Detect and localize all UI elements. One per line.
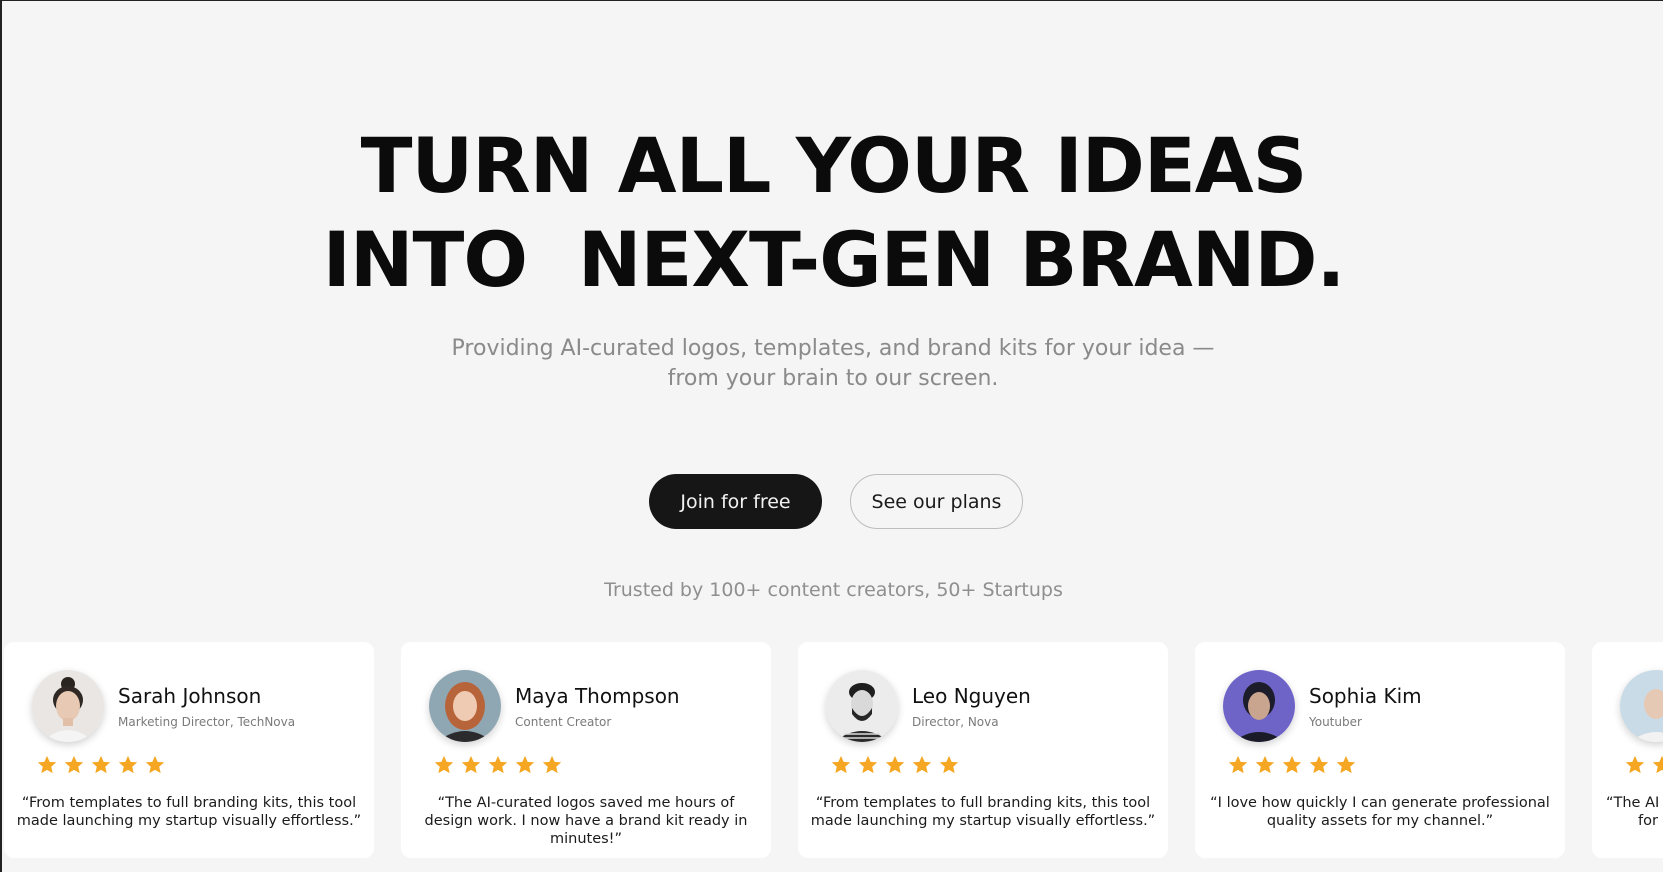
avatar (1223, 670, 1295, 742)
star-icon (461, 755, 481, 774)
star-icon (64, 755, 84, 774)
star-icon (515, 755, 535, 774)
testimonial-quote: “I love how quickly I can generate profe… (1210, 795, 1550, 829)
hero-title: TURN ALL YOUR IDEAS INTO NEXT-GEN BRAND. (2, 119, 1663, 307)
avatar (429, 670, 501, 742)
avatar (826, 670, 898, 742)
star-icon (145, 755, 165, 774)
testimonial-card: Sophia Kim Youtuber “I love how quickly … (1195, 642, 1565, 858)
testimonial-name: Maya Thompson (515, 684, 680, 708)
testimonial-name: Sophia Kim (1309, 684, 1422, 708)
star-icon (858, 755, 878, 774)
star-icon (939, 755, 959, 774)
testimonial-card: Leo Nguyen Director, Nova “From template… (798, 642, 1168, 858)
star-icon (488, 755, 508, 774)
quote-line: for (1638, 813, 1658, 829)
star-icon (1309, 755, 1329, 774)
star-icon (434, 755, 454, 774)
testimonial-name: Sarah Johnson (118, 684, 262, 708)
quote-line: “The AI (1606, 795, 1660, 811)
testimonials-carousel[interactable]: Sarah Johnson Marketing Director, TechNo… (4, 642, 1663, 858)
star-rating (36, 754, 166, 776)
testimonial-name: Leo Nguyen (912, 684, 1031, 708)
star-icon (1255, 755, 1275, 774)
star-icon (1652, 755, 1663, 774)
star-icon (1336, 755, 1356, 774)
star-rating (1624, 754, 1663, 776)
star-icon (1625, 755, 1645, 774)
hero-title-line-2: INTO NEXT-GEN BRAND. (322, 215, 1346, 304)
star-rating (830, 754, 960, 776)
testimonial-role: Youtuber (1309, 715, 1362, 729)
page-frame: TURN ALL YOUR IDEAS INTO NEXT-GEN BRAND.… (0, 0, 1663, 872)
testimonial-quote: “From templates to full branding kits, t… (810, 795, 1156, 829)
testimonial-card: Maya Thompson Content Creator “The AI-cu… (401, 642, 771, 858)
hero-subtitle: Providing AI-curated logos, templates, a… (451, 336, 1215, 391)
star-rating (433, 754, 563, 776)
star-icon (118, 755, 138, 774)
testimonial-quote: “The AI for (1606, 794, 1663, 830)
avatar (1620, 670, 1663, 742)
testimonial-role: Marketing Director, TechNova (118, 715, 296, 729)
star-icon (1282, 755, 1302, 774)
testimonial-quote: “The AI-curated logos saved me hours of … (424, 795, 748, 847)
trusted-by-text: Trusted by 100+ content creators, 50+ St… (604, 579, 1063, 601)
star-icon (37, 755, 57, 774)
star-icon (91, 755, 111, 774)
testimonial-role: Content Creator (515, 715, 612, 729)
star-icon (885, 755, 905, 774)
testimonial-role: Director, Nova (912, 715, 999, 729)
star-icon (542, 755, 562, 774)
hero-title-line-1: TURN ALL YOUR IDEAS (360, 121, 1308, 210)
avatar (32, 670, 104, 742)
star-icon (831, 755, 851, 774)
star-icon (1228, 755, 1248, 774)
testimonial-card: “The AI for (1592, 642, 1663, 858)
join-for-free-button[interactable]: Join for free (649, 474, 822, 529)
testimonial-card: Sarah Johnson Marketing Director, TechNo… (4, 642, 374, 858)
testimonial-quote: “From templates to full branding kits, t… (16, 795, 362, 829)
star-rating (1227, 754, 1357, 776)
see-our-plans-button[interactable]: See our plans (850, 474, 1023, 529)
star-icon (912, 755, 932, 774)
